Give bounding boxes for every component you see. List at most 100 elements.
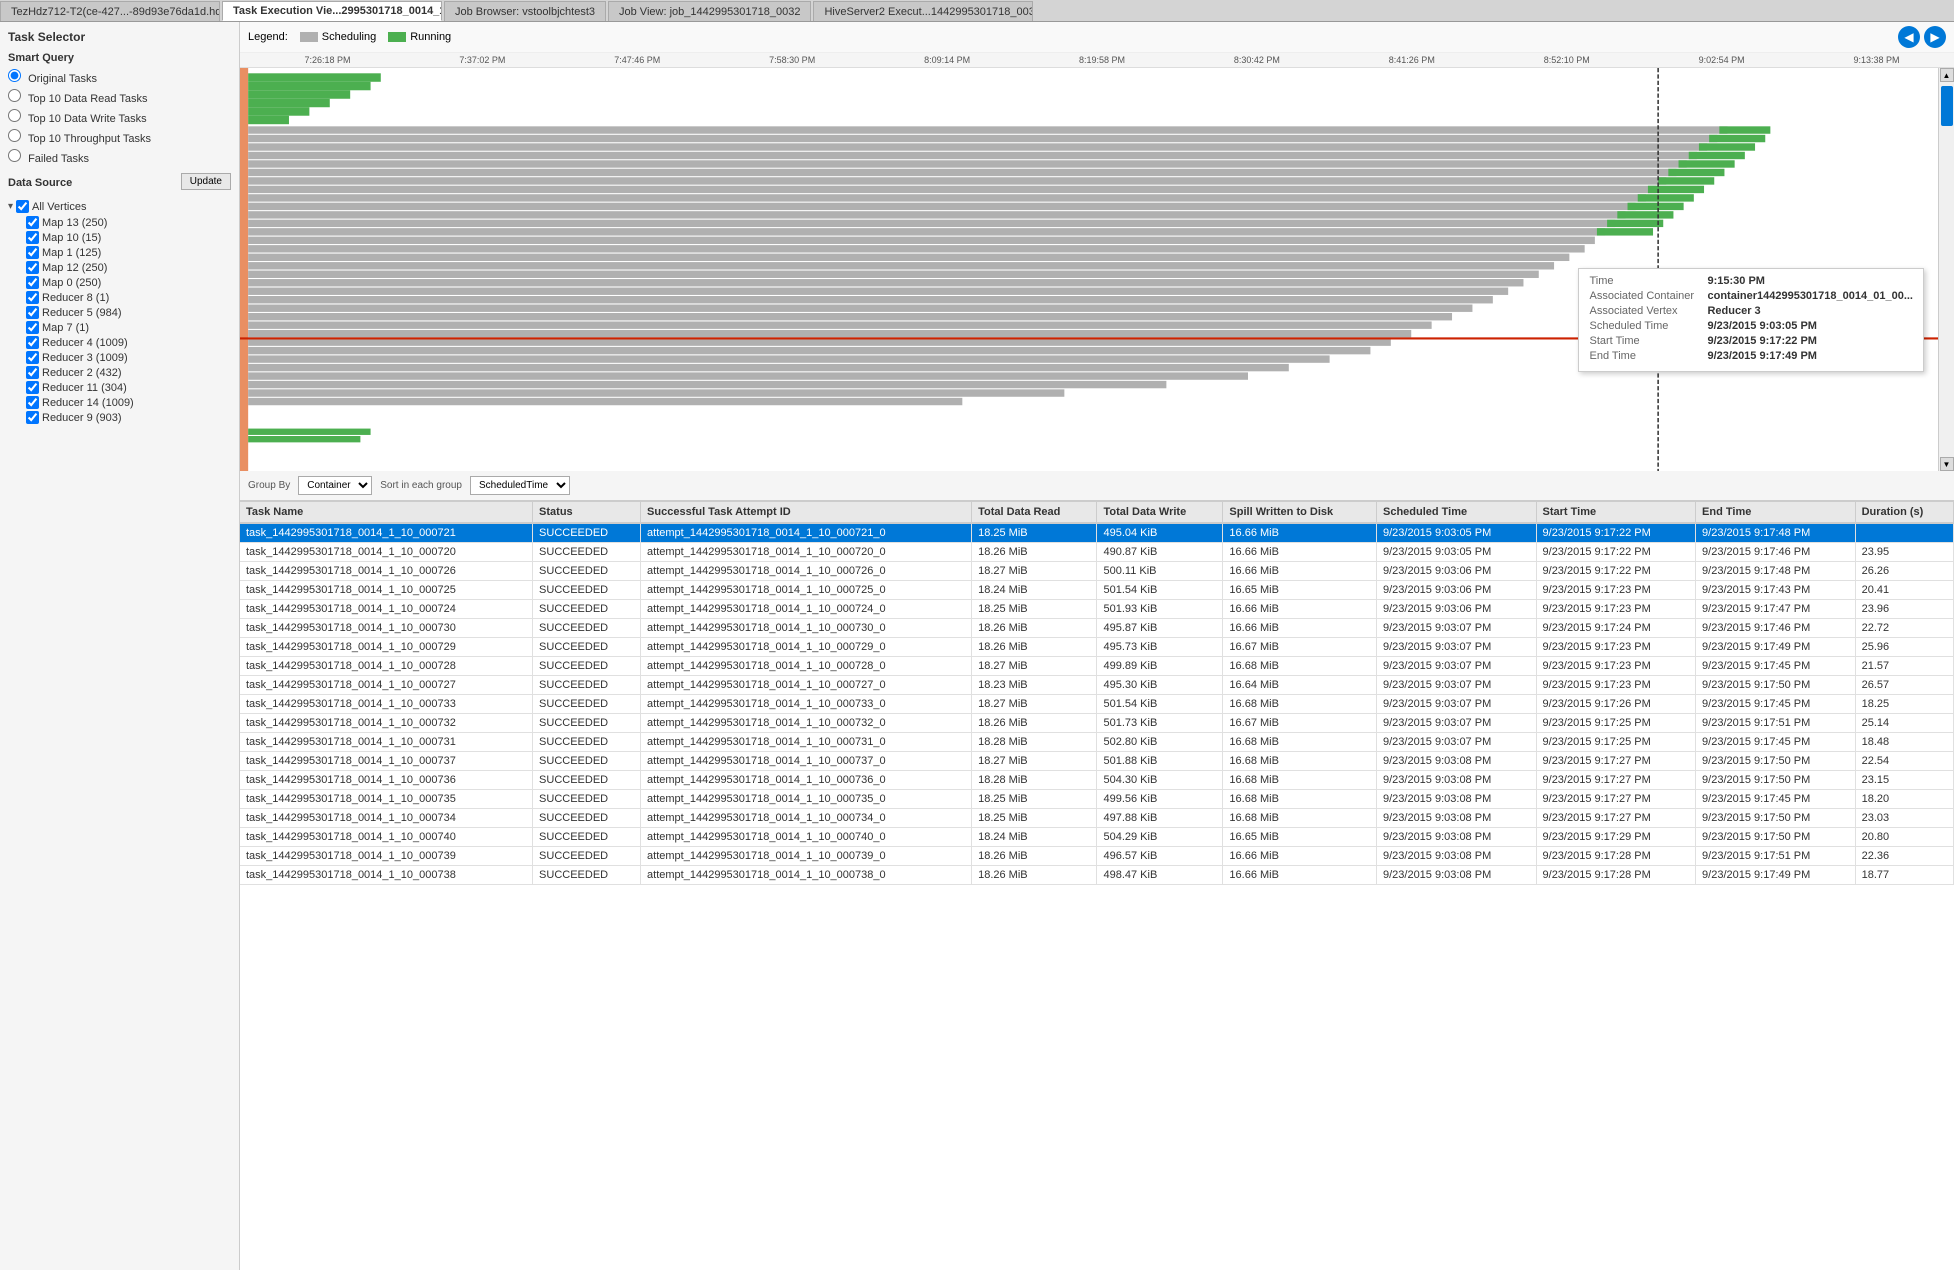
- table-cell: 18.24 MiB: [972, 828, 1097, 847]
- table-row[interactable]: task_1442995301718_0014_1_10_000736SUCCE…: [240, 771, 1954, 790]
- table-row[interactable]: task_1442995301718_0014_1_10_000739SUCCE…: [240, 847, 1954, 866]
- gantt-scrollbar: ▲ ▼: [1938, 68, 1954, 471]
- table-cell: 9/23/2015 9:03:08 PM: [1376, 790, 1536, 809]
- vertex-reducer8-checkbox[interactable]: [26, 291, 39, 304]
- table-cell: 23.15: [1855, 771, 1953, 790]
- table-cell: 495.04 KiB: [1097, 523, 1223, 543]
- group-by-label: Group By: [248, 480, 290, 491]
- table-cell: 501.88 KiB: [1097, 752, 1223, 771]
- table-row[interactable]: task_1442995301718_0014_1_10_000725SUCCE…: [240, 581, 1954, 600]
- col-status: Status: [533, 502, 641, 523]
- scroll-thumb[interactable]: [1941, 86, 1953, 126]
- table-cell: 9/23/2015 9:03:06 PM: [1376, 581, 1536, 600]
- option-failed-tasks[interactable]: Failed Tasks: [8, 149, 231, 165]
- vertex-reducer14-checkbox[interactable]: [26, 396, 39, 409]
- vertex-all-checkbox[interactable]: [16, 200, 29, 213]
- vertex-reducer3-label: Reducer 3 (1009): [42, 352, 128, 364]
- vertex-map12-checkbox[interactable]: [26, 261, 39, 274]
- vertex-reducer9-checkbox[interactable]: [26, 411, 39, 424]
- tab-job-browser[interactable]: Job Browser: vstoolbjchtest3: [444, 1, 606, 21]
- table-row[interactable]: task_1442995301718_0014_1_10_000721SUCCE…: [240, 523, 1954, 543]
- smart-query-options: Original Tasks Top 10 Data Read Tasks To…: [8, 69, 231, 165]
- table-cell: 16.68 MiB: [1223, 809, 1377, 828]
- scroll-up-button[interactable]: ▲: [1940, 68, 1954, 82]
- table-cell: 9/23/2015 9:03:08 PM: [1376, 752, 1536, 771]
- tick-9: 9:02:54 PM: [1644, 55, 1799, 65]
- table-row[interactable]: task_1442995301718_0014_1_10_000734SUCCE…: [240, 809, 1954, 828]
- table-row[interactable]: task_1442995301718_0014_1_10_000728SUCCE…: [240, 657, 1954, 676]
- table-cell: 16.65 MiB: [1223, 581, 1377, 600]
- table-cell: 9/23/2015 9:17:23 PM: [1536, 600, 1696, 619]
- nav-prev-button[interactable]: ◀: [1898, 26, 1920, 48]
- table-cell: 496.57 KiB: [1097, 847, 1223, 866]
- table-cell: 9/23/2015 9:17:50 PM: [1696, 809, 1856, 828]
- table-row[interactable]: task_1442995301718_0014_1_10_000737SUCCE…: [240, 752, 1954, 771]
- col-task-name: Task Name: [240, 502, 533, 523]
- table-row[interactable]: task_1442995301718_0014_1_10_000740SUCCE…: [240, 828, 1954, 847]
- table-row[interactable]: task_1442995301718_0014_1_10_000724SUCCE…: [240, 600, 1954, 619]
- vertex-reducer8: Reducer 8 (1): [26, 291, 231, 304]
- vertex-reducer3: Reducer 3 (1009): [26, 351, 231, 364]
- vertex-reducer2-checkbox[interactable]: [26, 366, 39, 379]
- table-cell: SUCCEEDED: [533, 523, 641, 543]
- table-row[interactable]: task_1442995301718_0014_1_10_000735SUCCE…: [240, 790, 1954, 809]
- table-row[interactable]: task_1442995301718_0014_1_10_000729SUCCE…: [240, 638, 1954, 657]
- vertex-map1: Map 1 (125): [26, 246, 231, 259]
- vertex-reducer4-checkbox[interactable]: [26, 336, 39, 349]
- tick-6: 8:30:42 PM: [1179, 55, 1334, 65]
- vertex-map7-checkbox[interactable]: [26, 321, 39, 334]
- table-cell: 9/23/2015 9:17:51 PM: [1696, 847, 1856, 866]
- table-cell: 495.87 KiB: [1097, 619, 1223, 638]
- table-row[interactable]: task_1442995301718_0014_1_10_000731SUCCE…: [240, 733, 1954, 752]
- table-cell: task_1442995301718_0014_1_10_000734: [240, 809, 533, 828]
- table-row[interactable]: task_1442995301718_0014_1_10_000732SUCCE…: [240, 714, 1954, 733]
- vertex-reducer3-checkbox[interactable]: [26, 351, 39, 364]
- nav-next-button[interactable]: ▶: [1924, 26, 1946, 48]
- table-cell: 23.95: [1855, 543, 1953, 562]
- table-cell: SUCCEEDED: [533, 866, 641, 885]
- running-swatch: [388, 32, 406, 42]
- gantt-chart[interactable]: Time 9:15:30 PM Associated Container con…: [240, 68, 1954, 471]
- table-cell: 498.47 KiB: [1097, 866, 1223, 885]
- table-cell: task_1442995301718_0014_1_10_000730: [240, 619, 533, 638]
- vertex-reducer5-checkbox[interactable]: [26, 306, 39, 319]
- table-cell: task_1442995301718_0014_1_10_000738: [240, 866, 533, 885]
- table-row[interactable]: task_1442995301718_0014_1_10_000727SUCCE…: [240, 676, 1954, 695]
- tab-job-view[interactable]: Job View: job_1442995301718_0032: [608, 1, 811, 21]
- table-cell: task_1442995301718_0014_1_10_000728: [240, 657, 533, 676]
- vertex-reducer11-checkbox[interactable]: [26, 381, 39, 394]
- vertex-tree: ▾ All Vertices Map 13 (250) Map 10 (15) …: [8, 200, 231, 424]
- scroll-down-button[interactable]: ▼: [1940, 457, 1954, 471]
- table-cell: 9/23/2015 9:17:48 PM: [1696, 562, 1856, 581]
- tooltip: Time 9:15:30 PM Associated Container con…: [1578, 268, 1924, 372]
- vertex-map13-checkbox[interactable]: [26, 216, 39, 229]
- table-cell: 9/23/2015 9:03:05 PM: [1376, 543, 1536, 562]
- data-table-area[interactable]: Task Name Status Successful Task Attempt…: [240, 502, 1954, 1270]
- tab-hql[interactable]: TezHdz712-T2(ce-427...-89d93e76da1d.hql: [0, 1, 220, 21]
- vertex-map1-checkbox[interactable]: [26, 246, 39, 259]
- table-cell: 9/23/2015 9:17:22 PM: [1536, 543, 1696, 562]
- vertex-map0-checkbox[interactable]: [26, 276, 39, 289]
- table-row[interactable]: task_1442995301718_0014_1_10_000726SUCCE…: [240, 562, 1954, 581]
- option-original-tasks[interactable]: Original Tasks: [8, 69, 231, 85]
- group-by-select[interactable]: Container: [298, 476, 372, 495]
- tab-task-execution[interactable]: Task Execution Vie...2995301718_0014_1) …: [222, 1, 442, 21]
- table-row[interactable]: task_1442995301718_0014_1_10_000738SUCCE…: [240, 866, 1954, 885]
- table-cell: SUCCEEDED: [533, 581, 641, 600]
- table-cell: SUCCEEDED: [533, 638, 641, 657]
- tooltip-time-value: 9:15:30 PM: [1707, 275, 1764, 287]
- tab-hiveserver2[interactable]: HiveServer2 Execut...1442995301718_0031: [813, 1, 1033, 21]
- table-cell: 9/23/2015 9:17:27 PM: [1536, 809, 1696, 828]
- tooltip-container-label: Associated Container: [1589, 290, 1699, 302]
- vertex-map10-checkbox[interactable]: [26, 231, 39, 244]
- table-row[interactable]: task_1442995301718_0014_1_10_000733SUCCE…: [240, 695, 1954, 714]
- update-button[interactable]: Update: [181, 173, 231, 190]
- sort-select[interactable]: ScheduledTime: [470, 476, 570, 495]
- option-top10-throughput[interactable]: Top 10 Throughput Tasks: [8, 129, 231, 145]
- option-top10-write[interactable]: Top 10 Data Write Tasks: [8, 109, 231, 125]
- table-row[interactable]: task_1442995301718_0014_1_10_000730SUCCE…: [240, 619, 1954, 638]
- option-top10-read[interactable]: Top 10 Data Read Tasks: [8, 89, 231, 105]
- table-row[interactable]: task_1442995301718_0014_1_10_000720SUCCE…: [240, 543, 1954, 562]
- expand-arrow-icon[interactable]: ▾: [8, 201, 13, 212]
- legend-label: Legend:: [248, 31, 288, 43]
